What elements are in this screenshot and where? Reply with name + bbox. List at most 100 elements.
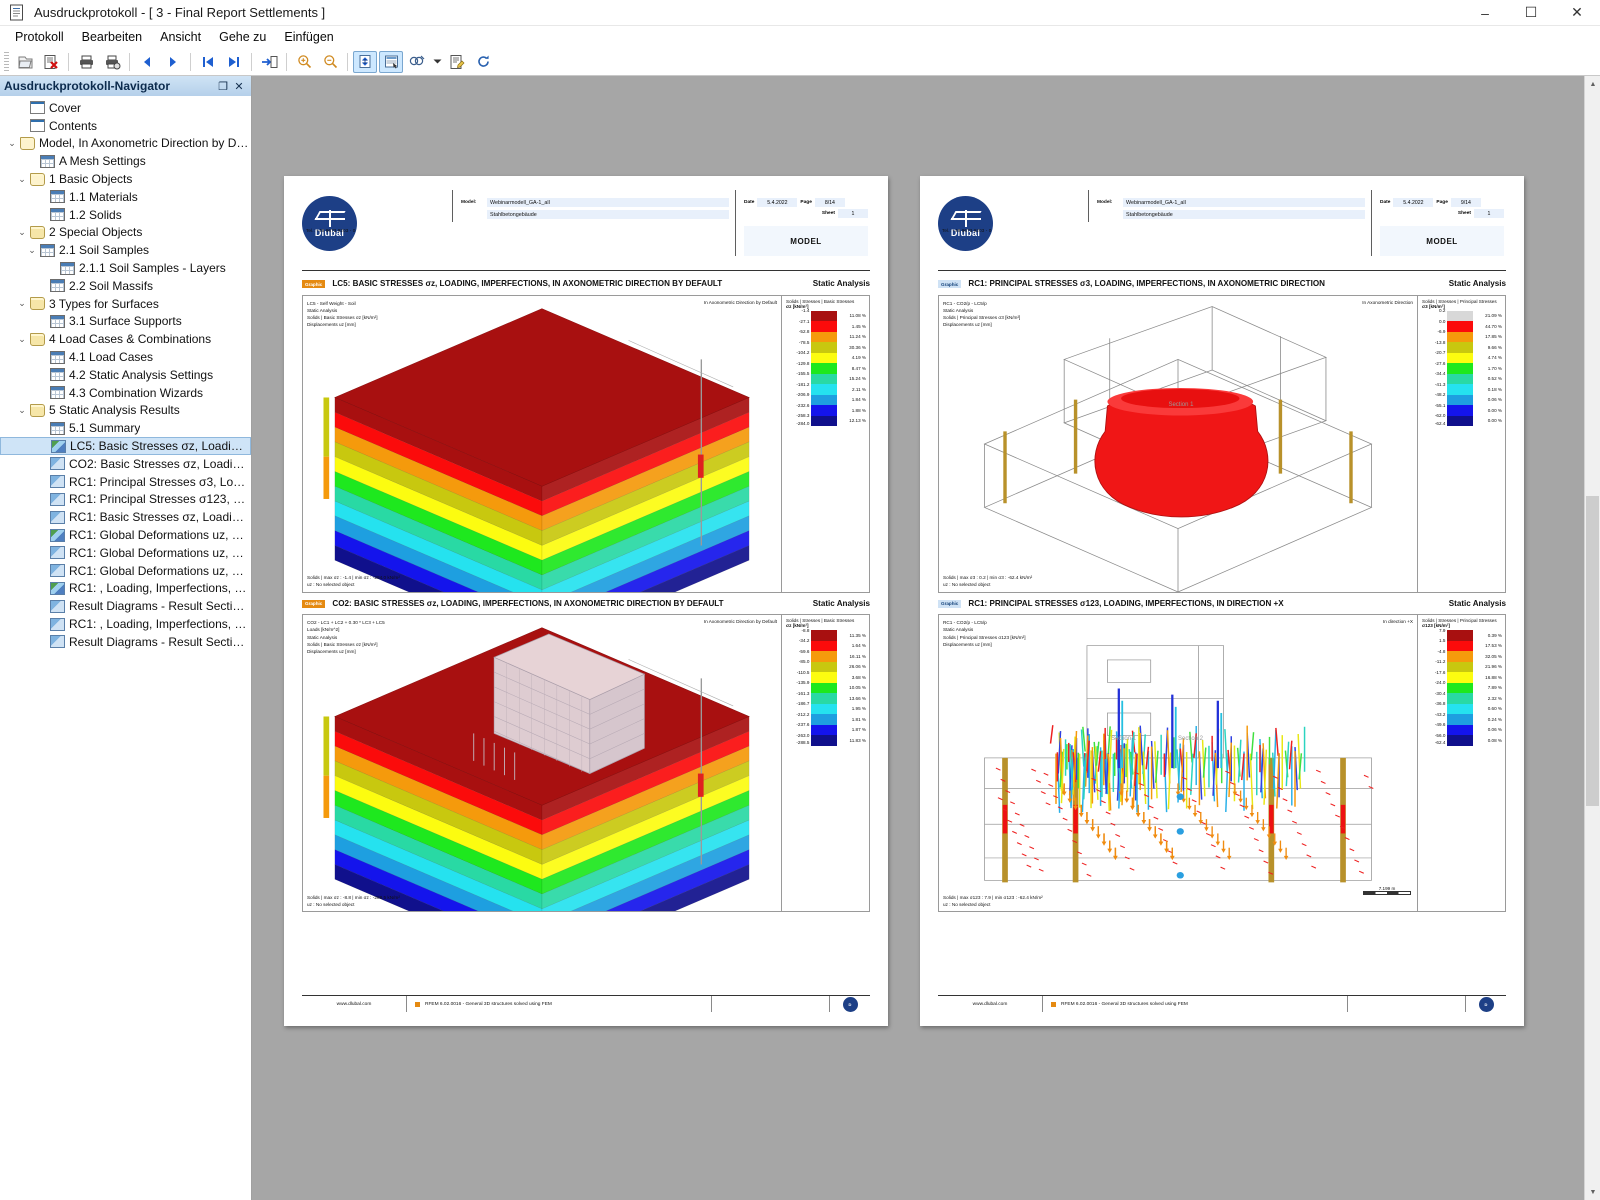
tree-item[interactable]: RC1: Global Deformations uz, Loa… <box>0 526 251 544</box>
tree-item[interactable]: Cover <box>0 99 251 117</box>
tree-item[interactable]: 3.1 Surface Supports <box>0 313 251 331</box>
scroll-down-arrow[interactable]: ▼ <box>1585 1184 1600 1200</box>
figure-canvas[interactable]: RC1 - CO2/p - LC5/p Static Analysis Solids… <box>939 615 1417 911</box>
tree-item[interactable]: 2.1.1 Soil Samples - Layers <box>0 259 251 277</box>
print-setup-icon[interactable] <box>100 51 124 73</box>
legend-swatch <box>1447 373 1473 385</box>
chevron-down-icon[interactable]: ⌄ <box>14 298 30 309</box>
section-label: Section 1 <box>1168 402 1194 409</box>
report-page[interactable]: Dlubal Tel.: +49 9673 9203 - 0 Model: Webin… <box>284 176 888 1026</box>
toolbar-grip[interactable] <box>4 51 9 72</box>
menu-item-protokoll[interactable]: Protokoll <box>6 28 73 46</box>
result-figure[interactable]: LC5 - Self Weight - Soil Static Analysis S… <box>302 294 870 593</box>
figure-info-line: Static Analysis <box>943 307 974 313</box>
figure-info-line: Loads [kN/m^2] <box>307 627 340 633</box>
legend-percent: 3.68 % <box>851 674 866 680</box>
menu-item-gehe-zu[interactable]: Gehe zu <box>210 28 275 46</box>
chevron-down-icon[interactable]: ⌄ <box>14 405 30 416</box>
report-tree[interactable]: Cover Contents ⌄ Model, In Axonometric Dire… <box>0 96 251 1200</box>
print-icon[interactable] <box>74 51 98 73</box>
delete-document-icon[interactable] <box>39 51 63 73</box>
vertical-scrollbar[interactable]: ▲ ▼ <box>1584 76 1600 1200</box>
tree-item[interactable]: 1.2 Solids <box>0 206 251 224</box>
restore-panel-button[interactable]: ❐ <box>215 78 231 94</box>
main-body: Ausdruckprotokoll-Navigator ❐ ✕ Cover Con… <box>0 76 1600 1200</box>
figure-info-block: RC1 - CO2/p - LC5/p Static Analysis Solids… <box>943 619 1026 648</box>
tree-item[interactable]: RC1: , Loading, Imperfections, I… <box>0 615 251 633</box>
result-figure[interactable]: RC1 - CO2/p - LC5/p Static Analysis Solids… <box>938 294 1506 593</box>
legend-percent: 0.00 % <box>1487 407 1502 413</box>
zoom-out-icon[interactable] <box>318 51 342 73</box>
close-panel-button[interactable]: ✕ <box>231 78 247 94</box>
document-viewport[interactable]: Dlubal Tel.: +49 9673 9203 - 0 Model: Webin… <box>252 76 1600 1200</box>
chevron-down-icon[interactable]: ⌄ <box>14 334 30 345</box>
tree-item[interactable]: ⌄ Model, In Axonometric Direction by Defa… <box>0 135 251 153</box>
legend-percent: 1.87 % <box>851 727 866 733</box>
tree-item[interactable]: ⌄ 5 Static Analysis Results <box>0 402 251 420</box>
tree-item[interactable]: CO2: Basic Stresses σz, Loading, … <box>0 455 251 473</box>
tree-item[interactable]: RC1: Basic Stresses σz, Loading, … <box>0 508 251 526</box>
legend-percent: 1.64 % <box>851 643 866 649</box>
result-figure[interactable]: CO2 - LC1 + LC2 + 0.30 * LC3 + LC5 Loads … <box>302 614 870 913</box>
refresh-icon[interactable] <box>471 51 495 73</box>
first-page-icon[interactable] <box>196 51 220 73</box>
menu-item-einf-gen[interactable]: Einfügen <box>275 28 342 46</box>
legend-percent: 0.39 % <box>1487 632 1502 638</box>
tree-item[interactable]: RC1: Principal Stresses σ3, Loadin… <box>0 473 251 491</box>
menu-item-ansicht[interactable]: Ansicht <box>151 28 210 46</box>
report-page[interactable]: Dlubal Tel.: +49 9673 9203 - 0 Model: Webin… <box>920 176 1524 1026</box>
legend-value: -284.0 <box>796 420 810 426</box>
chevron-down-icon[interactable]: ⌄ <box>14 174 30 185</box>
tree-item[interactable]: ⌄ 3 Types for Surfaces <box>0 295 251 313</box>
tree-item[interactable]: 1.1 Materials <box>0 188 251 206</box>
tree-item[interactable]: Contents <box>0 117 251 135</box>
footer-website[interactable]: www.dlubal.com <box>337 1002 372 1007</box>
figure-canvas[interactable]: LC5 - Self Weight - Soil Static Analysis S… <box>303 296 781 592</box>
tree-item[interactable]: RC1: , Loading, Imperfections, I… <box>0 580 251 598</box>
tree-item[interactable]: A Mesh Settings <box>0 152 251 170</box>
tree-item[interactable]: ⌄ 2 Special Objects <box>0 224 251 242</box>
tree-item[interactable]: 2.2 Soil Massifs <box>0 277 251 295</box>
tree-item[interactable]: 4.2 Static Analysis Settings <box>0 366 251 384</box>
tree-item[interactable]: 4.3 Combination Wizards <box>0 384 251 402</box>
scroll-up-arrow[interactable]: ▲ <box>1585 76 1600 92</box>
maximize-button[interactable]: ☐ <box>1508 0 1554 26</box>
scroll-thumb[interactable] <box>1586 496 1599 806</box>
export-icon[interactable] <box>257 51 281 73</box>
page-layout-icon[interactable] <box>379 50 403 73</box>
chevron-down-icon[interactable]: ⌄ <box>24 245 40 256</box>
next-page-icon[interactable] <box>161 51 185 73</box>
tree-item[interactable]: RC1: Global Deformations uz, Loa… <box>0 544 251 562</box>
tree-item[interactable]: 4.1 Load Cases <box>0 348 251 366</box>
figure-canvas[interactable]: RC1 - CO2/p - LC5/p Static Analysis Solids… <box>939 296 1417 592</box>
footer-website[interactable]: www.dlubal.com <box>973 1002 1008 1007</box>
tree-item[interactable]: RC1: Global Deformations uz, Loa… <box>0 562 251 580</box>
selection-mode-icon[interactable] <box>405 51 429 73</box>
figure-canvas[interactable]: CO2 - LC1 + LC2 + 0.30 * LC3 + LC5 Loads … <box>303 615 781 912</box>
tree-item[interactable]: Result Diagrams - Result Section … <box>0 597 251 615</box>
tree-item[interactable]: ⌄ 4 Load Cases & Combinations <box>0 330 251 348</box>
model-description-value: Stahlbetongebäude <box>487 210 729 219</box>
close-button[interactable]: ✕ <box>1554 0 1600 26</box>
tree-item-label: Result Diagrams - Result Section … <box>69 599 249 614</box>
chevron-down-icon[interactable]: ⌄ <box>4 138 20 149</box>
dropdown-arrow-icon[interactable] <box>431 51 443 73</box>
tree-item[interactable]: RC1: Principal Stresses σ123, Loa… <box>0 491 251 509</box>
legend-percent: 0.52 % <box>1487 376 1502 382</box>
zoom-in-icon[interactable] <box>292 51 316 73</box>
last-page-icon[interactable] <box>222 51 246 73</box>
edit-report-icon[interactable] <box>445 51 469 73</box>
legend-percent: 0.24 % <box>1487 716 1502 722</box>
result-figure[interactable]: RC1 - CO2/p - LC5/p Static Analysis Solids… <box>938 614 1506 913</box>
previous-page-icon[interactable] <box>135 51 159 73</box>
tree-item[interactable]: ⌄ 2.1 Soil Samples <box>0 241 251 259</box>
open-icon[interactable] <box>13 51 37 73</box>
minimize-button[interactable]: – <box>1462 0 1508 26</box>
tree-item[interactable]: 5.1 Summary <box>0 419 251 437</box>
tree-item[interactable]: LC5: Basic Stresses σz, Loading, I… <box>0 437 251 455</box>
fit-page-icon[interactable] <box>353 50 377 73</box>
tree-item[interactable]: ⌄ 1 Basic Objects <box>0 170 251 188</box>
menu-item-bearbeiten[interactable]: Bearbeiten <box>73 28 151 46</box>
chevron-down-icon[interactable]: ⌄ <box>14 227 30 238</box>
tree-item[interactable]: Result Diagrams - Result Section … <box>0 633 251 651</box>
